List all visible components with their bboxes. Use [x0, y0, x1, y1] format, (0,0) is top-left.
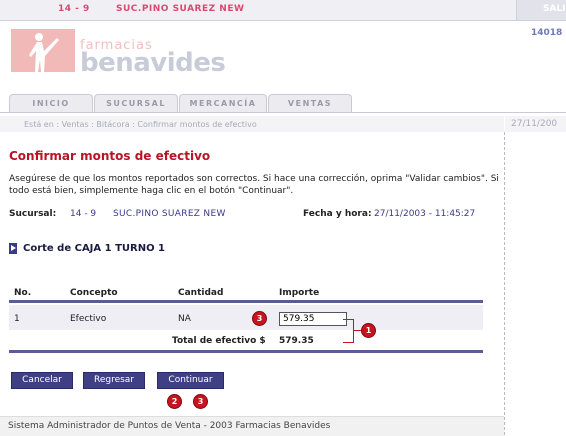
header-date-bar: 27/11/200: [505, 116, 566, 132]
terminal-id: 14018: [531, 28, 563, 38]
callout-bracket-tail: [353, 330, 362, 331]
tab-ventas[interactable]: VENTAS: [268, 94, 352, 112]
table-header-concepto: Concepto: [70, 288, 118, 298]
table-header-cantidad: Cantidad: [178, 288, 224, 298]
row-concepto: Efectivo: [70, 314, 107, 324]
tab-inicio[interactable]: INICIO: [9, 94, 93, 112]
callout-bracket: [343, 319, 354, 343]
logout-label: SALI: [543, 4, 566, 14]
branch-code: 14 - 9: [58, 4, 90, 14]
table-header-no: No.: [14, 288, 32, 298]
instructions-text: Asegúrese de que los montos reportados s…: [9, 174, 499, 196]
breadcrumb: Está en : Ventas : Bitácora : Confirmar …: [24, 120, 257, 129]
importe-input[interactable]: [279, 312, 347, 326]
table-bottom-rule: [9, 350, 483, 353]
fecha-value: 27/11/2003 - 11:45:27: [374, 209, 476, 219]
table-header-importe: Importe: [279, 288, 320, 298]
tab-sucursal[interactable]: SUCURSAL: [94, 94, 178, 112]
branch-name: SUC.PINO SUAREZ NEW: [116, 4, 245, 14]
callout-badge-2: 2: [168, 395, 181, 408]
logo-text-big: benavides: [80, 48, 226, 78]
logo-figure-icon: [11, 29, 75, 72]
callout-badge-3-button: 3: [194, 395, 207, 408]
arrow-right-icon: [9, 243, 17, 254]
vertical-divider: [504, 132, 505, 435]
logout-button[interactable]: SALI: [516, 0, 566, 20]
row-cantidad: NA: [178, 314, 191, 324]
total-value: 579.35: [279, 336, 314, 346]
table-top-rule: [9, 300, 483, 303]
sucursal-code: 14 - 9: [70, 209, 97, 219]
tabs-divider: [0, 112, 566, 113]
footer-text: Sistema Administrador de Puntos de Venta…: [8, 421, 331, 431]
fecha-label: Fecha y hora:: [303, 209, 372, 219]
callout-badge-3-input: 3: [253, 312, 266, 325]
footer: Sistema Administrador de Puntos de Venta…: [0, 416, 504, 436]
cancel-button[interactable]: Cancelar: [11, 372, 73, 389]
corte-title: Corte de CAJA 1 TURNO 1: [23, 243, 166, 254]
sucursal-label: Sucursal:: [9, 209, 57, 219]
continue-button[interactable]: Continuar: [157, 372, 224, 389]
back-button[interactable]: Regresar: [83, 372, 145, 389]
sucursal-name: SUC.PINO SUAREZ NEW: [113, 209, 226, 219]
page-title: Confirmar montos de efectivo: [9, 149, 211, 163]
top-bar: 14 - 9 SUC.PINO SUAREZ NEW SALI: [0, 0, 566, 21]
total-label: Total de efectivo $: [172, 336, 266, 346]
tab-mercancia[interactable]: MERCANCÍA: [179, 94, 267, 112]
row-no: 1: [14, 314, 20, 324]
header-date: 27/11/200: [511, 119, 558, 129]
callout-badge-1: 1: [362, 324, 375, 337]
